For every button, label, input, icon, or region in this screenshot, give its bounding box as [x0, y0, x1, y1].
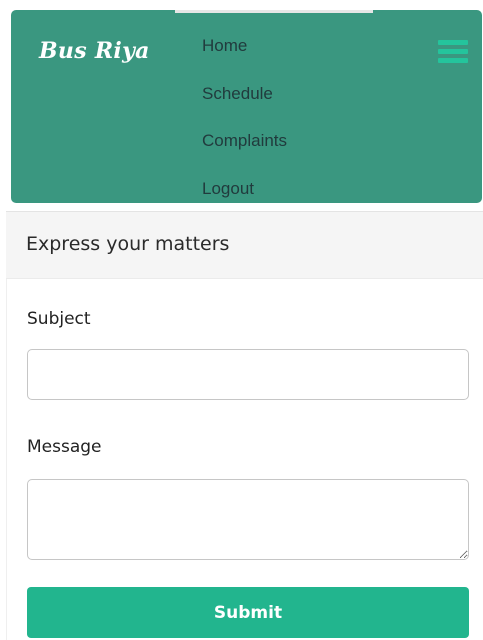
navbar: Bus Riya Home Schedule Complaints Logout	[11, 10, 482, 203]
nav-item-complaints[interactable]: Complaints	[202, 123, 287, 171]
hamburger-bar	[438, 49, 468, 54]
brand-logo[interactable]: Bus Riya	[39, 38, 150, 64]
page-title: Express your matters	[26, 233, 230, 255]
hamburger-bar	[438, 40, 468, 45]
nav-item-home[interactable]: Home	[202, 28, 287, 76]
nav-item-schedule[interactable]: Schedule	[202, 76, 287, 124]
card-header: Express your matters	[6, 211, 483, 279]
message-label: Message	[27, 437, 102, 457]
hamburger-menu-icon[interactable]	[438, 40, 468, 66]
complaint-form: Subject Message Submit	[6, 279, 483, 640]
subject-label: Subject	[27, 309, 91, 329]
nav-divider	[175, 10, 373, 13]
subject-input[interactable]	[27, 349, 469, 400]
message-textarea[interactable]	[27, 479, 469, 560]
submit-button[interactable]: Submit	[27, 587, 469, 638]
hamburger-bar	[438, 58, 468, 63]
nav-menu: Home Schedule Complaints Logout	[202, 28, 287, 218]
